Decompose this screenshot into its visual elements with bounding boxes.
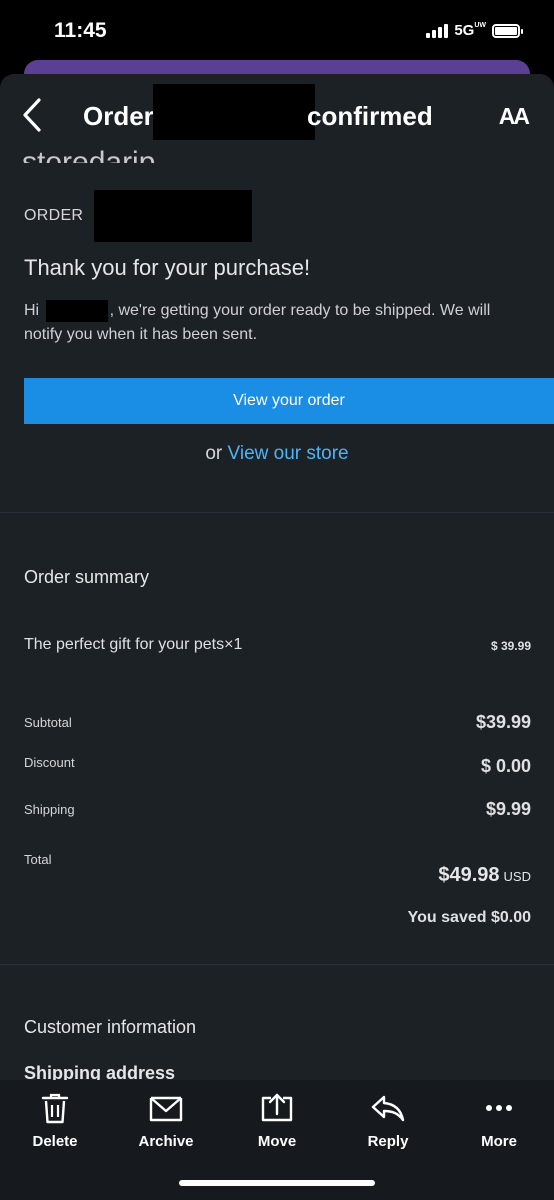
- reply-button[interactable]: Reply: [333, 1092, 443, 1150]
- toolbar-label: Move: [257, 1133, 297, 1150]
- toolbar-label: Delete: [32, 1133, 78, 1150]
- total-value: $49.98 USD: [438, 864, 531, 886]
- view-order-button[interactable]: View your order: [24, 378, 554, 424]
- toolbar-label: More: [481, 1133, 517, 1150]
- home-indicator: [179, 1180, 375, 1186]
- redacted-block: [153, 84, 316, 141]
- trash-icon: [41, 1093, 69, 1124]
- thanks-heading: Thank you for your purchase!: [24, 255, 311, 280]
- signal-icon: [426, 23, 449, 38]
- text-size-button[interactable]: AA: [499, 103, 530, 130]
- greeting-text: Hi , we're getting your order ready to b…: [24, 299, 529, 347]
- status-indicators: 5GUW: [426, 22, 523, 39]
- move-button[interactable]: Move: [222, 1092, 332, 1150]
- toolbar-label: Reply: [367, 1133, 409, 1150]
- battery-icon: [492, 23, 523, 38]
- subtotal-value: $39.99: [475, 712, 531, 732]
- section-divider: [0, 964, 554, 965]
- move-icon: [261, 1093, 293, 1122]
- customer-info-title: Customer information: [24, 1017, 197, 1037]
- store-name-clipped: storedarip: [22, 146, 156, 163]
- view-store-link[interactable]: View our store: [228, 443, 349, 464]
- email-subject: Order confirmed: [83, 84, 433, 141]
- toolbar-label: Archive: [138, 1133, 194, 1150]
- network-label: 5GUW: [454, 22, 486, 39]
- shipping-value: $9.99: [485, 799, 531, 819]
- saved-amount: You saved $0.00: [407, 909, 531, 926]
- section-divider: [0, 512, 554, 513]
- status-time: 11:45: [54, 19, 107, 42]
- store-link-line: or View our store: [205, 443, 349, 464]
- item-price: $ 39.99: [490, 639, 531, 653]
- back-chevron-icon[interactable]: [20, 97, 44, 133]
- more-icon: [486, 1105, 512, 1111]
- reply-icon: [371, 1095, 405, 1122]
- archive-button[interactable]: Archive: [111, 1092, 221, 1150]
- redacted-name: [45, 299, 108, 322]
- discount-value: $ 0.00: [480, 756, 531, 776]
- archive-icon: [149, 1096, 183, 1122]
- delete-button[interactable]: Delete: [0, 1092, 110, 1150]
- item-name: The perfect gift for your pets×1: [24, 636, 243, 653]
- subtotal-label: Subtotal: [24, 715, 72, 730]
- shipping-label: Shipping: [24, 802, 75, 817]
- total-label: Total: [24, 852, 52, 867]
- redacted-order-number: [94, 190, 252, 242]
- order-number-label: ORDER: [24, 207, 84, 224]
- more-button[interactable]: More: [444, 1092, 554, 1150]
- discount-label: Discount: [24, 755, 75, 770]
- order-summary-title: Order summary: [24, 567, 150, 587]
